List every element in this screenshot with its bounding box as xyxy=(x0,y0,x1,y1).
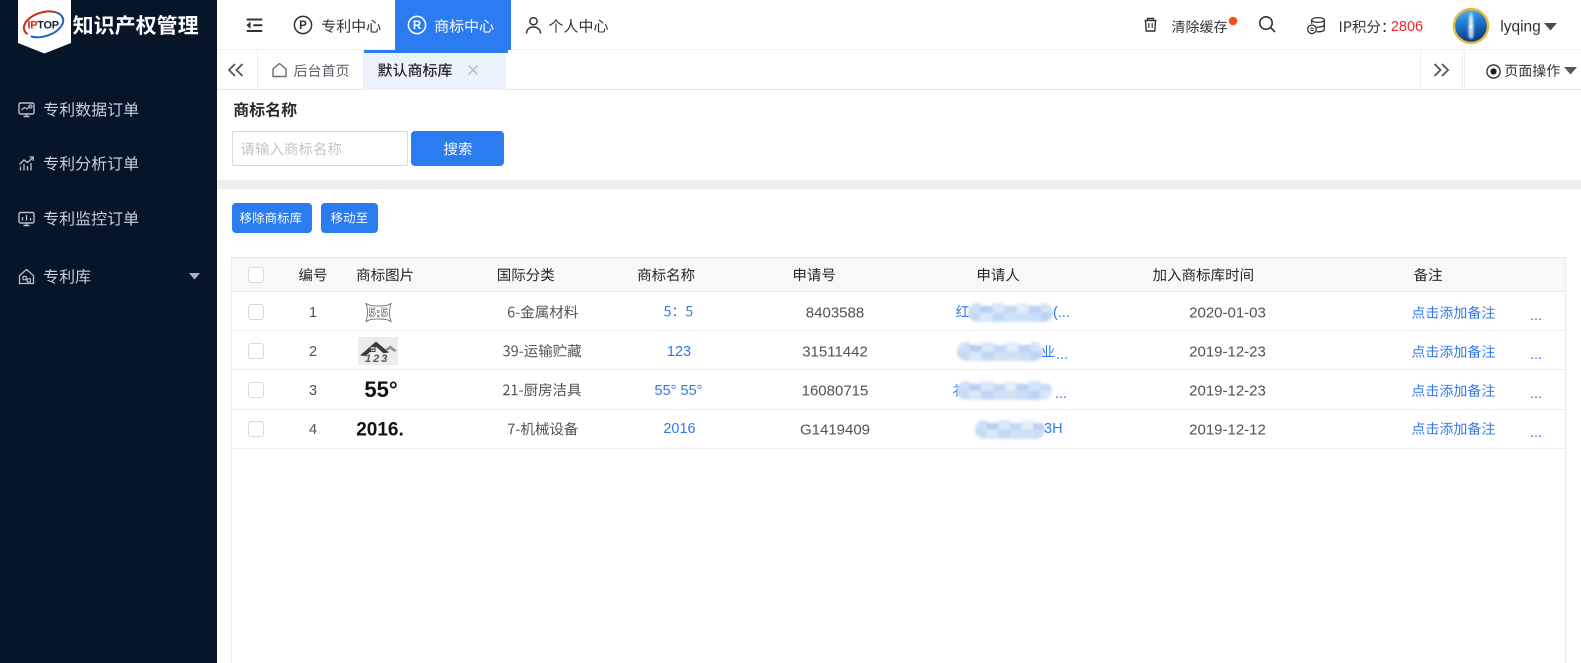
svg-text:IPTOP: IPTOP xyxy=(28,20,59,32)
svg-text:123: 123 xyxy=(365,353,389,365)
svg-text:5:5: 5:5 xyxy=(368,306,388,320)
svg-text:R: R xyxy=(413,20,422,32)
svg-text:P: P xyxy=(299,20,307,32)
